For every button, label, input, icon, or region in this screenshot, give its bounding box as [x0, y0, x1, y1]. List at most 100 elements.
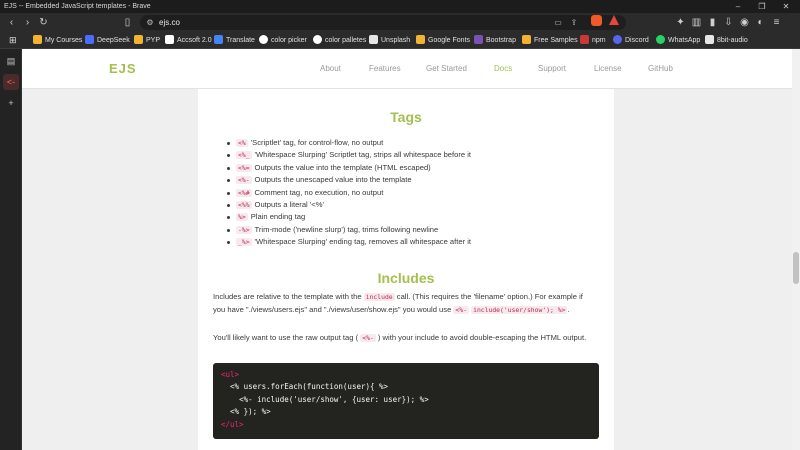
vpn-icon[interactable]: ◉: [737, 15, 752, 30]
bookmark-item[interactable]: Unsplash: [369, 32, 410, 49]
nav-support[interactable]: Support: [538, 64, 566, 73]
back-icon[interactable]: ‹: [4, 15, 19, 30]
tag-token: <%%: [236, 200, 252, 209]
reload-icon[interactable]: ↻: [36, 15, 51, 30]
docs-content: Tags <% 'Scriptlet' tag, for control-flow…: [198, 89, 614, 450]
courses-icon: [33, 34, 42, 44]
close-icon[interactable]: ✕: [776, 0, 796, 13]
tag-description: 'Whitespace Slurping' ending tag, remove…: [254, 237, 472, 247]
list-item: _%> 'Whitespace Slurping' ending tag, rem…: [213, 236, 603, 248]
tag-token: <%=: [236, 163, 252, 172]
nav-license[interactable]: License: [594, 64, 622, 73]
tag-token: %>: [236, 213, 248, 222]
share-icon[interactable]: ⇪: [568, 15, 580, 30]
scrollbar-thumb[interactable]: [793, 252, 799, 284]
nav-get-started[interactable]: Get Started: [426, 64, 467, 73]
bookmark-page-icon[interactable]: ▯: [120, 15, 135, 30]
accsoft-icon: [165, 34, 174, 44]
url-text[interactable]: ejs.co: [159, 15, 180, 30]
unsplash-icon: [369, 34, 378, 44]
bookmark-item[interactable]: Translate: [214, 32, 255, 49]
includes-heading: Includes: [377, 270, 435, 286]
code-line: </ul>: [221, 419, 244, 429]
tag-description: Outputs the value into the template (HTM…: [254, 162, 431, 172]
page-scrollbar[interactable]: [792, 49, 800, 450]
list-item: <%= Outputs the value into the template (…: [213, 162, 603, 174]
brave-shields-icon[interactable]: [591, 15, 602, 26]
bookmark-item[interactable]: color picker: [259, 32, 307, 49]
bookmark-item[interactable]: PYP: [134, 32, 160, 49]
audio-icon: [705, 34, 714, 44]
sidebar-panel-icon[interactable]: ▤: [3, 53, 19, 69]
code-line: <% }); %>: [230, 407, 271, 417]
tag-token: <%-: [236, 176, 252, 185]
tag-description: Trim-mode ('newline slurp') tag, trims f…: [254, 224, 439, 234]
tag-description: Outputs the unescaped value into the tem…: [254, 175, 412, 185]
web-page: EJS About Features Get Started Docs Supp…: [22, 49, 792, 450]
active-tab-favicon-icon[interactable]: <-: [3, 74, 19, 90]
list-item: <%_ 'Whitespace Slurping' Scriptlet tag, …: [213, 149, 603, 161]
nav-about[interactable]: About: [320, 64, 341, 73]
download-icon[interactable]: ⇩: [721, 15, 736, 30]
bookmark-item[interactable]: color palletes: [313, 32, 366, 49]
inline-code: <%-: [453, 305, 469, 314]
coolors-icon: [313, 34, 322, 44]
window-title: EJS -- Embedded JavaScript templates - B…: [4, 3, 151, 10]
list-item: <% 'Scriptlet' tag, for control-flow, no …: [213, 137, 603, 149]
bookmark-item[interactable]: DeepSeek: [85, 32, 130, 49]
tag-description: 'Whitespace Slurping' Scriptlet tag, str…: [254, 150, 472, 160]
bookmark-item[interactable]: My Courses: [33, 32, 82, 49]
pyp-icon: [134, 34, 143, 44]
google-icon: [259, 34, 268, 44]
window-titlebar: EJS -- Embedded JavaScript templates - B…: [0, 0, 800, 13]
inline-code: <%-: [360, 334, 376, 342]
nav-docs[interactable]: Docs: [494, 64, 512, 73]
bookmark-item[interactable]: Accsoft 2.0: [165, 32, 212, 49]
extensions-icon[interactable]: ✦: [673, 15, 688, 30]
inline-code: include('user/show'); %>: [471, 305, 568, 314]
bookmark-item[interactable]: WhatsApp: [656, 32, 700, 49]
whatsapp-icon: [656, 34, 665, 44]
list-item: <%- Outputs the unescaped value into the …: [213, 174, 603, 186]
sidebar-toggle-icon[interactable]: ▥: [689, 15, 704, 30]
site-settings-icon[interactable]: ⚙: [144, 15, 156, 30]
nav-features[interactable]: Features: [369, 64, 401, 73]
address-bar[interactable]: ⚙ ejs.co ▭ ⇪: [140, 15, 626, 30]
maximize-icon[interactable]: ❐: [752, 0, 772, 13]
bookmark-item[interactable]: Free Samples: [522, 32, 578, 49]
bookmark-item[interactable]: Bootstrap: [474, 32, 516, 49]
bookmark-item[interactable]: npm: [580, 32, 606, 49]
new-tab-icon[interactable]: +: [3, 95, 19, 111]
side-panel: ▤ <- +: [0, 49, 22, 450]
cast-icon[interactable]: ▭: [552, 15, 564, 30]
raw-output-paragraph: You'll likely want to use the raw output…: [213, 333, 587, 342]
menu-icon[interactable]: ≡: [769, 15, 784, 30]
tag-token: <%: [236, 139, 248, 147]
bookmark-item[interactable]: 8bit-audio: [705, 32, 748, 49]
site-navbar: EJS About Features Get Started Docs Supp…: [22, 49, 792, 89]
bookmark-item[interactable]: Discord: [613, 32, 649, 49]
code-line: <%- include('user/show', {user: user}); …: [239, 394, 429, 404]
deepseek-icon: [85, 34, 94, 44]
includes-paragraph: Includes are relative to the template wi…: [213, 292, 583, 314]
apps-grid-icon[interactable]: ⊞: [9, 32, 17, 49]
list-item: %> Plain ending tag: [213, 211, 603, 223]
forward-icon[interactable]: ›: [20, 15, 35, 30]
translate-icon: [214, 34, 223, 44]
code-line: <% users.forEach(function(user){ %>: [230, 382, 389, 392]
tag-description: 'Scriptlet' tag, for control-flow, no ou…: [250, 138, 384, 147]
reading-list-icon[interactable]: ▮: [705, 15, 720, 30]
tags-list: <% 'Scriptlet' tag, for control-flow, no …: [213, 137, 603, 249]
site-logo[interactable]: EJS: [109, 61, 137, 76]
browser-toolbar: ‹ › ↻ ▯ ⚙ ejs.co ▭ ⇪ ✦ ▥ ▮ ⇩ ◉ ◐ ≡: [0, 13, 800, 32]
tag-token: _%>: [236, 238, 252, 247]
list-item: <%% Outputs a literal '<%': [213, 199, 603, 211]
minimize-icon[interactable]: –: [728, 0, 748, 13]
list-item: -%> Trim-mode ('newline slurp') tag, trim…: [213, 224, 603, 236]
bookmark-item[interactable]: Google Fonts: [416, 32, 470, 49]
list-item: <%# Comment tag, no execution, no output: [213, 187, 603, 199]
leo-ai-icon[interactable]: ◐: [753, 15, 768, 30]
nav-github[interactable]: GitHub: [648, 64, 673, 73]
discord-icon: [613, 34, 622, 44]
brave-rewards-icon[interactable]: [609, 15, 619, 25]
